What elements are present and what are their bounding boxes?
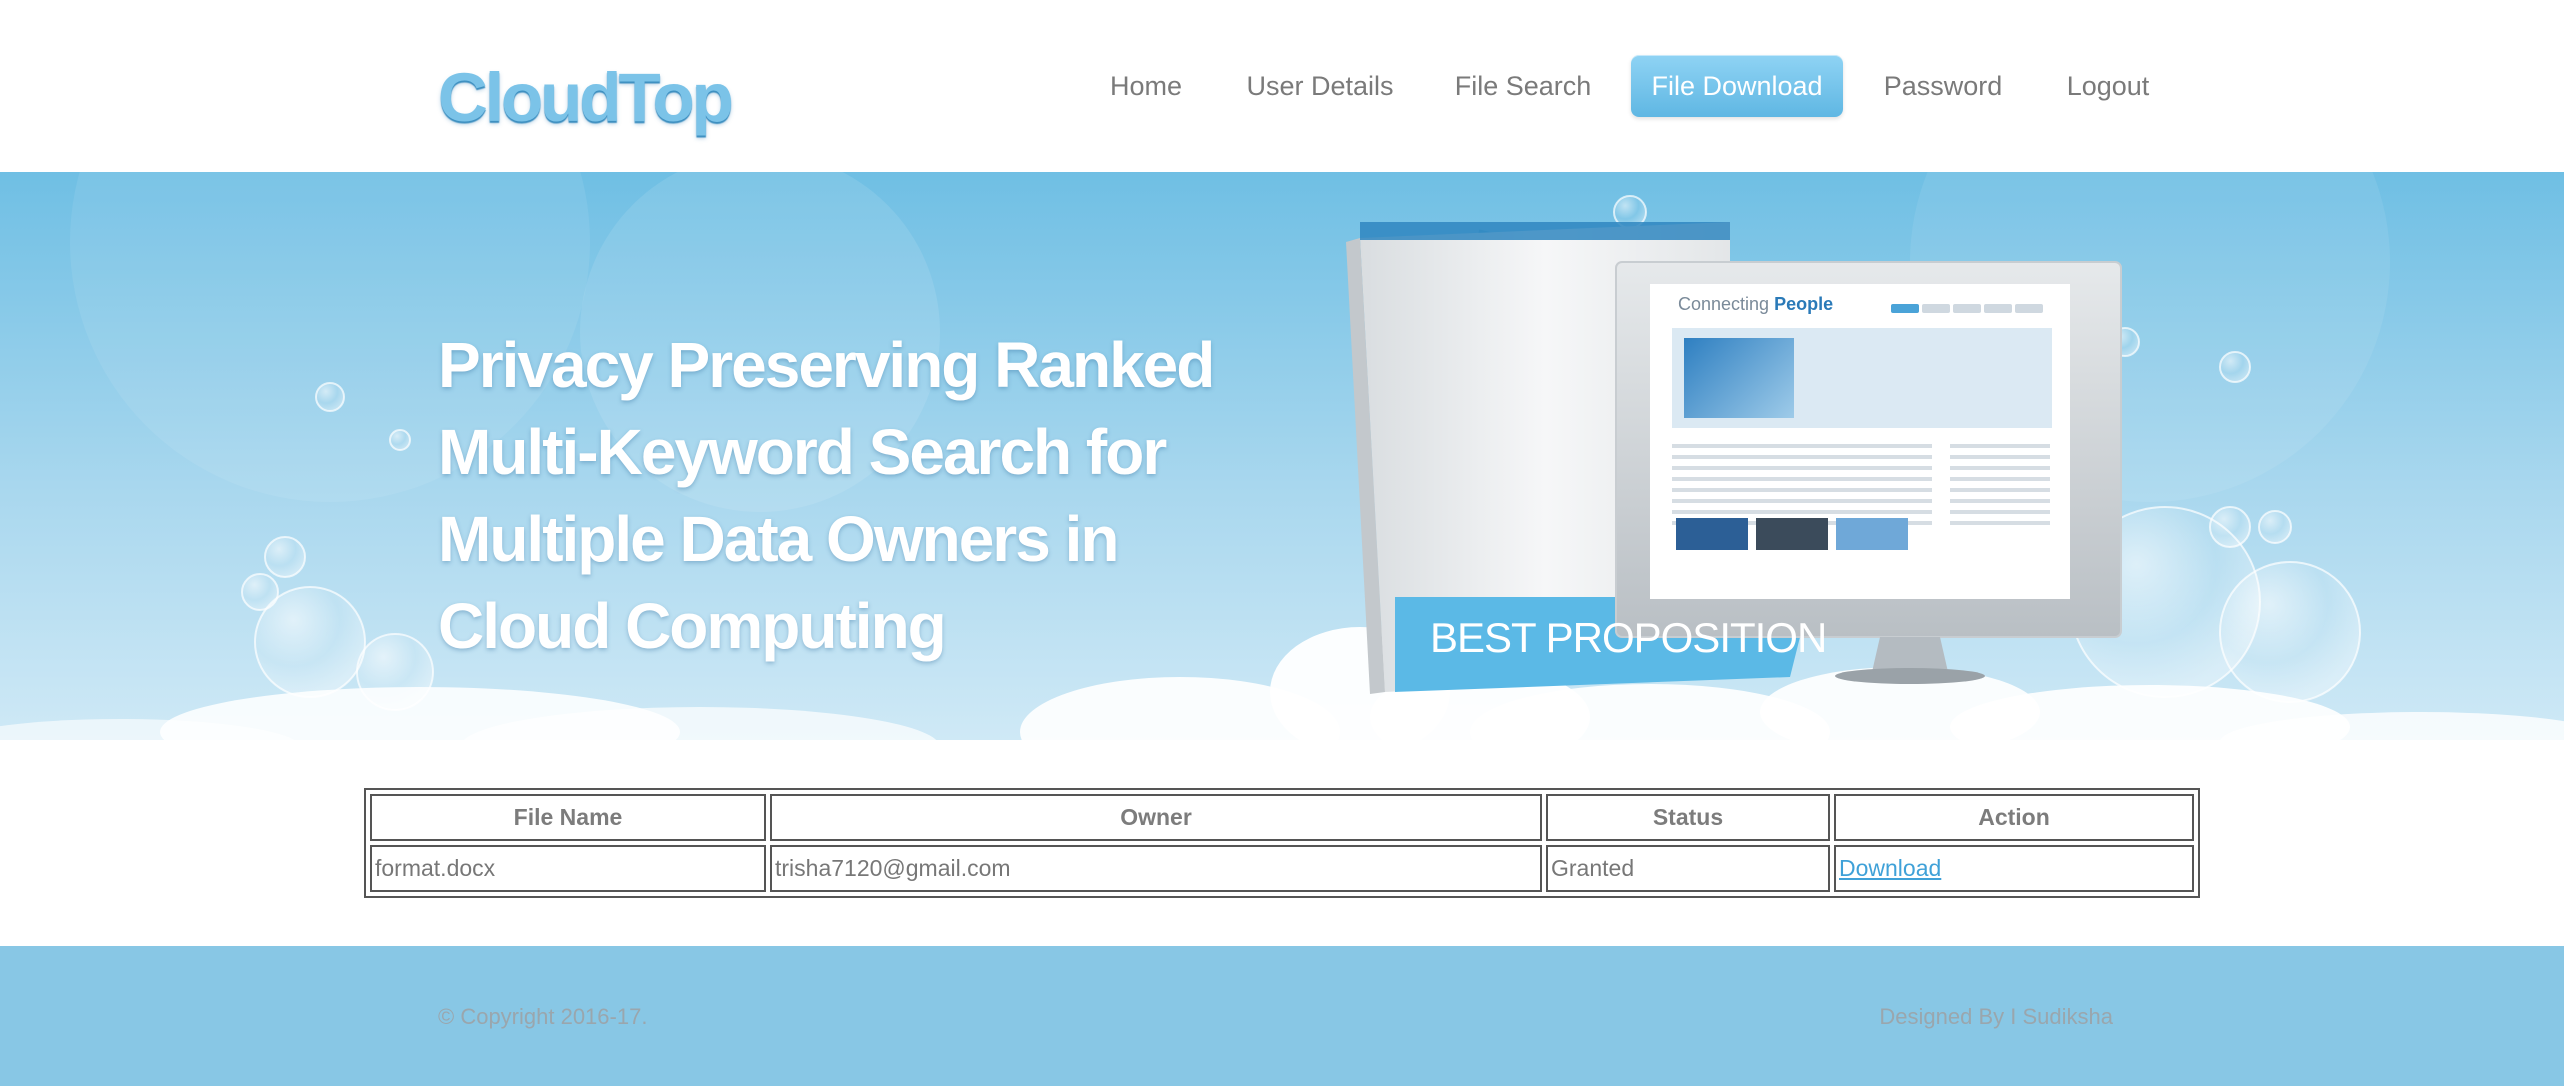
site-footer: © Copyright 2016-17. Designed By I Sudik… [0, 946, 2564, 1086]
headline-line: Privacy Preserving Ranked [438, 329, 1215, 401]
screen-title-prefix: Connecting [1678, 294, 1770, 314]
file-download-table-container: File Name Owner Status Action format.doc… [364, 788, 2200, 898]
nav-home[interactable]: Home [1094, 55, 1198, 117]
headline-line: Cloud Computing [438, 590, 947, 662]
nav-file-download[interactable]: File Download [1631, 55, 1843, 117]
copyright-text: © Copyright 2016-17. [438, 1004, 648, 1029]
best-proposition-badge: BEST PROPOSITION [1430, 614, 1827, 661]
screen-title: Connecting People [1678, 294, 1833, 315]
site-header: CloudTop Home User Details File Search F… [0, 0, 2564, 172]
nav-file-search[interactable]: File Search [1448, 55, 1598, 117]
column-header-owner: Owner [770, 794, 1542, 841]
nav-logout[interactable]: Logout [2060, 55, 2156, 117]
nav-password[interactable]: Password [1878, 55, 2008, 117]
screen-title-highlight: People [1774, 294, 1834, 314]
cell-file-name: format.docx [370, 845, 766, 892]
monitor-screen: Connecting People [1650, 284, 2070, 599]
main-nav: Home User Details File Search File Downl… [0, 55, 2564, 117]
table-row: format.docx trisha7120@gmail.com Granted… [370, 845, 2194, 892]
headline-line: Multiple Data Owners in [438, 503, 1119, 575]
column-header-action: Action [1834, 794, 2194, 841]
column-header-file-name: File Name [370, 794, 766, 841]
screen-thumbnails [1676, 518, 1916, 555]
banner-headline: Privacy Preserving Ranked Multi-Keyword … [438, 322, 1338, 670]
table-header-row: File Name Owner Status Action [370, 794, 2194, 841]
cell-status: Granted [1546, 845, 1830, 892]
screen-tabs [1888, 300, 2048, 313]
screen-hero [1672, 328, 2052, 428]
column-header-status: Status [1546, 794, 1830, 841]
headline-line: Multi-Keyword Search for [438, 416, 1167, 488]
cell-owner: trisha7120@gmail.com [770, 845, 1542, 892]
cell-action: Download [1834, 845, 2194, 892]
designed-by-text: Designed By I Sudiksha [1879, 1004, 2113, 1029]
nav-user-details[interactable]: User Details [1236, 55, 1404, 117]
hero-banner: Connecting People Privacy Preserving Ran… [0, 172, 2564, 740]
download-link[interactable]: Download [1839, 855, 1941, 881]
screen-sidebar-lines [1950, 444, 2050, 532]
file-download-table: File Name Owner Status Action format.doc… [364, 788, 2200, 898]
